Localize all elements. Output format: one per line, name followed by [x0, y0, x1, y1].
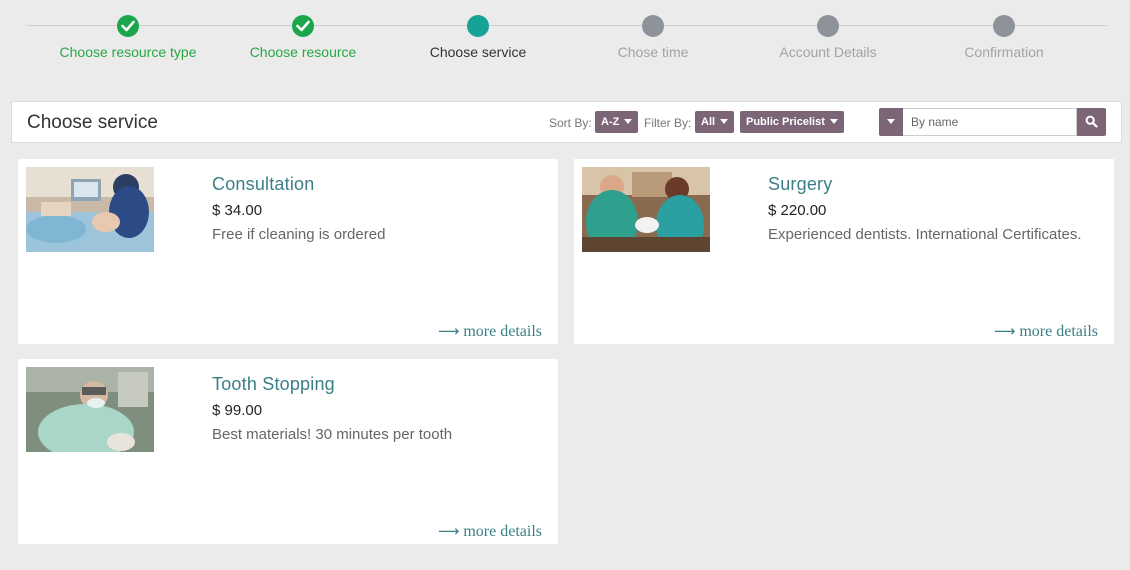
step-choose-resource-type[interactable]: Choose resource type: [28, 15, 228, 60]
arrow-right-icon: ⟶: [993, 322, 1016, 340]
service-description: Free if cleaning is ordered: [212, 226, 386, 243]
service-description: Experienced dentists. International Cert…: [768, 226, 1082, 243]
step-label: Confirmation: [964, 44, 1044, 60]
service-description: Best materials! 30 minutes per tooth: [212, 426, 453, 443]
more-details-link[interactable]: ⟶ more details: [438, 522, 542, 541]
step-label: Account Details: [779, 44, 877, 60]
pending-step-dot: [642, 15, 664, 37]
service-name[interactable]: Surgery: [768, 174, 832, 195]
step-confirmation: Confirmation: [904, 15, 1104, 60]
filter-value: All: [701, 116, 716, 128]
step-choose-resource[interactable]: Choose resource: [203, 15, 403, 60]
step-account-details: Account Details: [728, 15, 928, 60]
page-title: Choose service: [27, 112, 158, 133]
service-photo: [26, 367, 154, 452]
step-label: Choose service: [429, 44, 527, 60]
pending-step-dot: [993, 15, 1015, 37]
more-details-link[interactable]: ⟶ more details: [438, 322, 542, 341]
more-details-label: more details: [1019, 323, 1098, 340]
arrow-right-icon: ⟶: [437, 522, 460, 540]
progress-stepper: Choose resource type Choose resource Cho…: [0, 0, 1130, 90]
filter-dropdown[interactable]: All: [695, 111, 735, 133]
pricelist-value: Public Pricelist: [746, 116, 825, 128]
sort-label: Sort By:: [549, 116, 592, 130]
more-details-link[interactable]: ⟶ more details: [994, 322, 1098, 341]
check-icon: [117, 15, 139, 37]
search-icon: [1085, 115, 1098, 128]
search-input[interactable]: [903, 108, 1077, 136]
service-card[interactable]: Consultation $ 34.00 Free if cleaning is…: [18, 159, 558, 344]
service-price: $ 220.00: [768, 202, 827, 219]
sort-dropdown[interactable]: A-Z: [595, 111, 639, 133]
more-details-label: more details: [463, 523, 542, 540]
search-button[interactable]: [1077, 108, 1106, 136]
service-card[interactable]: Tooth Stopping $ 99.00 Best materials! 3…: [18, 359, 558, 544]
caret-down-icon: [624, 119, 633, 124]
pricelist-dropdown[interactable]: Public Pricelist: [740, 111, 844, 133]
step-label: Choose resource type: [59, 44, 197, 60]
arrow-right-icon: ⟶: [437, 322, 460, 340]
caret-down-icon: [720, 119, 729, 124]
more-details-label: more details: [463, 323, 542, 340]
step-label: Chose time: [617, 44, 689, 60]
service-name[interactable]: Tooth Stopping: [212, 374, 335, 395]
service-name[interactable]: Consultation: [212, 174, 314, 195]
check-icon: [292, 15, 314, 37]
search-options-button[interactable]: [879, 108, 903, 136]
search-group: [879, 108, 1106, 136]
service-photo: [26, 167, 154, 252]
service-card[interactable]: Surgery $ 220.00 Experienced dentists. I…: [574, 159, 1114, 344]
service-price: $ 99.00: [212, 402, 263, 419]
current-step-dot: [467, 15, 489, 37]
filter-label: Filter By:: [644, 116, 692, 130]
caret-down-icon: [829, 119, 838, 124]
service-photo: [582, 167, 710, 252]
pending-step-dot: [817, 15, 839, 37]
sort-value: A-Z: [601, 116, 620, 128]
step-choose-service: Choose service: [378, 15, 578, 60]
service-toolbar: Choose service Sort By: A-Z Filter By: A…: [11, 101, 1122, 143]
step-label: Choose resource: [249, 44, 357, 60]
caret-down-icon: [887, 119, 895, 124]
step-chose-time: Chose time: [553, 15, 753, 60]
service-price: $ 34.00: [212, 202, 263, 219]
